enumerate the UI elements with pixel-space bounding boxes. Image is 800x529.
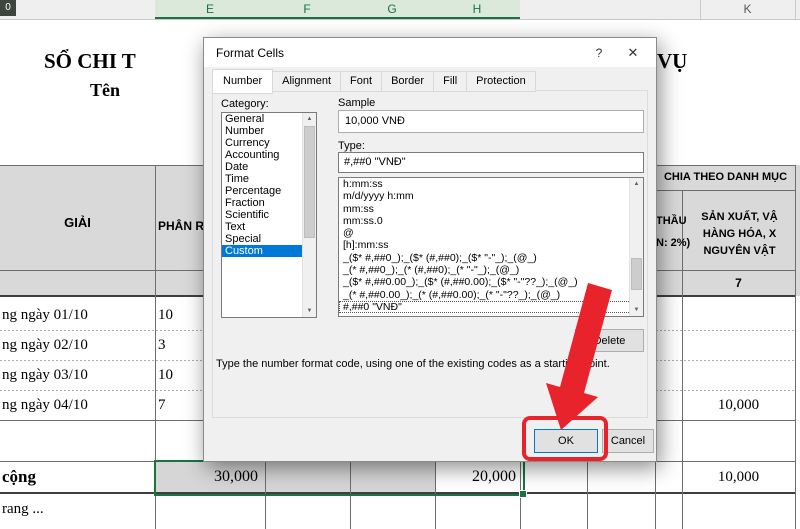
scrollbar[interactable]: ▲ ▼ (302, 113, 316, 317)
category-listbox[interactable]: ▲ ▼ General Number Currency Accounting Date T… (221, 112, 317, 318)
row-date: ng ngày 02/10 (2, 337, 88, 353)
sheet-title-right: VỤ (657, 49, 688, 73)
format-code-item[interactable]: _($* #,##0.00_);_($* (#,##0.00);_($* "-"… (339, 276, 643, 288)
type-input-value: #,##0 "VNĐ" (344, 156, 406, 168)
sample-preview-box: 10,000 VNĐ (338, 110, 644, 133)
sample-label: Sample (338, 97, 376, 109)
scrollbar-thumb[interactable] (631, 258, 642, 290)
gridline (795, 165, 796, 529)
excel-window: 0 E F G H K SỔ CHI T VỤ Tên GIẢI PHÂN R CHI… (0, 0, 800, 529)
help-icon[interactable]: ? (592, 46, 606, 60)
column-header-k[interactable]: K (700, 0, 795, 19)
header-column-number: 7 (735, 276, 742, 290)
dialog-help-text: Type the number format code, using one o… (216, 358, 610, 370)
fill-handle[interactable] (519, 490, 527, 498)
format-code-item[interactable]: mm:ss (339, 203, 643, 215)
dialog-tab[interactable]: Fill (434, 71, 468, 92)
sheet-title-left: SỔ CHI T (44, 49, 136, 73)
header-desc-column: GIẢI (64, 215, 91, 230)
row-value: 10 (158, 307, 173, 323)
dialog-tab[interactable]: Number (212, 69, 274, 94)
row-value: 7 (158, 397, 166, 413)
format-code-item[interactable]: m/d/yyyy h:mm (339, 190, 643, 202)
sheet-footer-text: rang ... (2, 501, 44, 517)
header-text-line: HÀNG HÓA, X (702, 228, 777, 240)
cancel-button[interactable]: Cancel (602, 429, 654, 453)
scroll-down-icon[interactable]: ▼ (303, 305, 316, 317)
header-group-title: CHIA THEO DANH MỤC (663, 171, 788, 183)
row-value: 10 (158, 367, 173, 383)
format-cells-dialog: Format Cells ? ✕ Number Alignment Font Bord… (203, 37, 657, 462)
column-header[interactable]: G (367, 0, 417, 19)
scroll-up-icon[interactable]: ▲ (630, 178, 643, 190)
format-code-item[interactable]: [h]:mm:ss (339, 239, 643, 251)
dialog-tab[interactable]: Protection (467, 71, 536, 92)
row-date: ng ngày 01/10 (2, 307, 88, 323)
header-mid-column: PHÂN R (158, 219, 205, 233)
dialog-tabs: Number Alignment Font Border Fill Protection (212, 69, 536, 94)
header-text-line: NGUYÊN VẬT (703, 245, 776, 257)
dialog-tab[interactable]: Font (341, 71, 383, 92)
sample-value: 10,000 VNĐ (345, 115, 405, 127)
format-code-item[interactable]: _(* #,##0_);_(* (#,##0);_(* "-"_);_(@_) (339, 264, 643, 276)
dialog-title-bar: Format Cells ? ✕ (204, 38, 656, 67)
total-row-label: cộng (2, 467, 36, 486)
format-code-listbox[interactable]: ▲ ▼ h:mm:ss m/d/yyyy h:mm mm:ss mm:ss.0 @ [h]… (338, 177, 644, 317)
column-header[interactable]: H (452, 0, 502, 19)
header-sub-right: SẢN XUẤT, VẬ HÀNG HÓA, X NGUYÊN VẬT (684, 209, 795, 260)
format-code-item[interactable]: h:mm:ss (339, 178, 643, 190)
row-date: ng ngày 04/10 (2, 397, 88, 413)
scrollbar[interactable]: ▲ ▼ (629, 178, 643, 316)
dialog-title: Format Cells (216, 46, 285, 60)
scroll-up-icon[interactable]: ▲ (303, 113, 316, 125)
format-code-item[interactable]: mm:ss.0 (339, 215, 643, 227)
header-text-line: SẢN XUẤT, VẬ (701, 211, 778, 223)
column-header[interactable]: F (282, 0, 332, 19)
scroll-down-icon[interactable]: ▼ (630, 304, 643, 316)
delete-button[interactable]: Delete (575, 329, 644, 352)
format-code-item[interactable]: @ (339, 227, 643, 239)
dialog-tab[interactable]: Alignment (273, 71, 342, 92)
type-input[interactable]: #,##0 "VNĐ" (338, 152, 644, 173)
dialog-tab[interactable]: Border (382, 71, 435, 92)
format-code-item[interactable]: _(* #,##0.00_);_(* (#,##0.00);_(* "-"??_… (339, 289, 643, 301)
column-letters: E F G H (155, 0, 520, 19)
cell-selection-border (154, 460, 527, 498)
total-right-value[interactable]: 10,000 (682, 462, 795, 492)
gridline (795, 0, 796, 19)
row-right-value: 10,000 (717, 397, 760, 413)
format-code-item[interactable]: #,##0 "VNĐ" (339, 300, 643, 314)
column-header[interactable]: E (185, 0, 235, 19)
gridline (655, 190, 796, 191)
category-label: Category: (221, 98, 269, 110)
format-code-item[interactable]: _($* #,##0_);_($* (#,##0);_($* "-"_);_(@… (339, 252, 643, 264)
close-icon[interactable]: ✕ (625, 45, 641, 61)
row-value: 3 (158, 337, 166, 353)
row-date: ng ngày 03/10 (2, 367, 88, 383)
sheet-subtitle: Tên (90, 80, 121, 100)
corner-cell: 0 (0, 0, 16, 16)
type-label: Type: (338, 140, 365, 152)
scrollbar-thumb[interactable] (304, 126, 315, 238)
ok-button[interactable]: OK (534, 429, 598, 453)
